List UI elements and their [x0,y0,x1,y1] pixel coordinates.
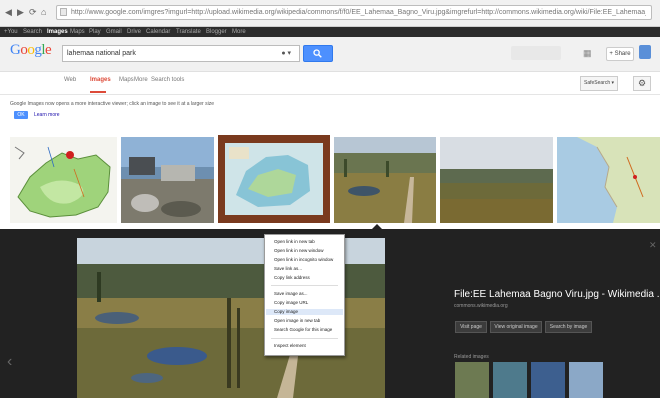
context-menu: Open link in new tab Open link in new wi… [264,234,345,356]
related-image-4[interactable] [569,362,603,398]
tab-search-tools[interactable]: Search tools [151,76,184,84]
visit-page-button[interactable]: Visit page [455,321,487,333]
gbar-item-blogger[interactable]: Blogger [206,28,227,36]
logo-letter: e [45,42,52,58]
avatar[interactable] [639,45,651,59]
active-tab-indicator [90,91,106,93]
related-image-3[interactable] [531,362,565,398]
image-result-bog[interactable] [334,137,436,223]
home-icon[interactable]: ⌂ [41,6,46,18]
reload-icon[interactable]: ⟳ [29,6,37,18]
image-result-coast-map[interactable] [557,137,660,223]
share-button[interactable]: + Share [606,47,634,61]
menu-item-open-image-tab[interactable]: Open image in new tab [274,318,320,324]
thumbnail-info-board [218,135,330,223]
tab-more[interactable]: More [134,76,148,84]
menu-item-save-image[interactable]: Save image as... [274,291,308,297]
thumbnail-bog-boardwalk [334,137,436,223]
related-image-2[interactable] [493,362,527,398]
gbar-item-search[interactable]: Search [23,28,42,36]
microphone-icon[interactable]: ● ▾ [281,49,291,57]
thumbnail-forest-view [440,137,553,223]
gbar-item-translate[interactable]: Translate [176,28,201,36]
address-bar[interactable]: http://www.google.com/imgres?imgurl=http… [56,5,652,20]
menu-item-copy-image-url[interactable]: Copy image URL [274,300,308,306]
thumbnail-coast-map [557,137,660,223]
menu-item-open-new-tab[interactable]: Open link in new tab [274,239,315,245]
menu-item-inspect[interactable]: Inspect element [274,343,306,349]
viewer-notice: Google Images now opens a more interacti… [10,101,214,107]
notification-area[interactable] [511,46,561,60]
google-bar: +You Search Images Maps Play Gmail Drive… [0,27,660,37]
image-result-map[interactable] [10,137,117,223]
forward-icon[interactable]: ▶ [17,6,24,18]
image-result-board[interactable] [218,135,330,223]
menu-separator [271,285,338,286]
search-button[interactable] [303,45,333,62]
gbar-item-gmail[interactable]: Gmail [106,28,122,36]
image-result-forest[interactable] [440,137,553,223]
image-result-hut[interactable] [121,137,214,223]
gbar-item-maps[interactable]: Maps [70,28,85,36]
view-original-button[interactable]: View original image [490,321,542,333]
menu-item-open-new-window[interactable]: Open link in new window [274,248,324,254]
thumbnail-coast-hut [121,137,214,223]
gbar-item-plus-you[interactable]: +You [4,28,18,36]
related-images-label: Related images [454,354,489,360]
gbar-item-images[interactable]: Images [47,28,68,36]
menu-item-copy-image[interactable]: Copy image [266,309,343,315]
page-icon [60,8,67,16]
tab-maps[interactable]: Maps [119,76,134,84]
related-image-1[interactable] [455,362,489,398]
apps-icon[interactable]: ▦ [583,48,592,59]
gbar-item-more[interactable]: More [232,28,246,36]
menu-item-save-link[interactable]: Save link as... [274,266,302,272]
viewer-pointer [372,224,382,229]
notice-ok-button[interactable]: OK [14,111,28,119]
browser-toolbar: ◀ ▶ ⟳ ⌂ http://www.google.com/imgres?img… [0,0,660,27]
search-query: lahemaa national park [67,50,136,57]
thumbnail-park-map [10,137,117,223]
back-icon[interactable]: ◀ [5,6,12,18]
menu-item-copy-link[interactable]: Copy link address [274,275,310,281]
menu-item-search-google-image[interactable]: Search Google for this image [274,327,332,333]
learn-more-link[interactable]: Learn more [34,111,60,119]
google-logo[interactable]: Google [10,42,52,59]
tab-images[interactable]: Images [90,76,111,84]
gbar-item-drive[interactable]: Drive [127,28,141,36]
previous-arrow-icon[interactable]: ‹ [7,353,12,371]
magnifier-icon [313,49,322,58]
url-text: http://www.google.com/imgres?imgurl=http… [71,9,646,16]
gear-icon[interactable]: ⚙ [633,76,651,91]
tab-web[interactable]: Web [64,76,76,84]
viewer-source[interactable]: commons.wikimedia.org [454,303,508,310]
gbar-item-calendar[interactable]: Calendar [146,28,170,36]
menu-separator [271,338,338,339]
viewer-title[interactable]: File:EE Lahemaa Bagno Viru.jpg - Wikimed… [454,289,660,301]
search-input[interactable]: lahemaa national park ● ▾ [62,45,300,62]
gbar-item-play[interactable]: Play [89,28,101,36]
close-icon[interactable]: ✕ [649,240,657,251]
menu-item-open-incognito[interactable]: Open link in incognito window [274,257,333,263]
search-by-image-button[interactable]: Search by image [545,321,592,333]
logo-letter: G [10,42,21,58]
safesearch-dropdown[interactable]: SafeSearch ▾ [580,76,618,91]
